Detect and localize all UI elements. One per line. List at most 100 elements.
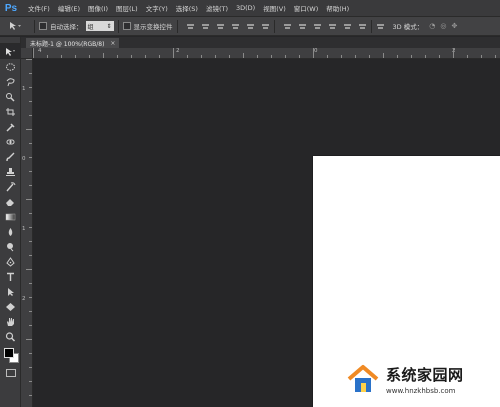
separator xyxy=(117,19,119,33)
document-tab-bar: 未标题-1 @ 100%(RGB/8) × xyxy=(21,37,500,48)
ruler-tick xyxy=(201,55,202,58)
healing-brush-tool-icon[interactable] xyxy=(0,134,21,149)
pan-3d-icon[interactable]: ✥ xyxy=(451,22,457,30)
path-select-tool-icon[interactable] xyxy=(0,284,21,299)
ruler-tick xyxy=(29,367,32,368)
show-transform-checkbox[interactable] xyxy=(122,22,131,30)
type-tool-icon[interactable] xyxy=(0,269,21,284)
menu-edit[interactable]: 编辑(E) xyxy=(58,3,80,13)
ruler-tick xyxy=(383,53,384,58)
ruler-label: 4 xyxy=(38,48,42,54)
blur-tool-icon[interactable] xyxy=(0,224,21,239)
ruler-tick xyxy=(26,199,32,200)
align-buttons xyxy=(186,22,270,31)
ruler-left[interactable]: 1 0 1 2 xyxy=(21,59,33,407)
distribute-left-icon[interactable] xyxy=(328,22,337,31)
align-bottom-icon[interactable] xyxy=(216,22,225,31)
pen-tool-icon[interactable] xyxy=(0,254,21,269)
quick-select-tool-icon[interactable] xyxy=(0,89,21,104)
zoom-tool-icon[interactable] xyxy=(0,329,21,344)
close-icon[interactable]: × xyxy=(110,40,115,47)
ruler-tick xyxy=(29,213,32,214)
menu-window[interactable]: 窗口(W) xyxy=(294,3,319,13)
ruler-tick xyxy=(243,53,244,58)
ruler-tick xyxy=(29,311,32,312)
foreground-color-swatch[interactable] xyxy=(4,348,14,358)
site-watermark: 系统家园网 www.hnzkhbsb.com xyxy=(340,355,498,403)
menu-layer[interactable]: 图层(L) xyxy=(116,3,138,13)
auto-select-dropdown[interactable]: 组 ⇕ xyxy=(85,21,114,31)
ruler-tick xyxy=(29,283,32,284)
document-tab[interactable]: 未标题-1 @ 100%(RGB/8) × xyxy=(26,38,120,48)
toolbox-grip[interactable] xyxy=(0,37,20,44)
menu-file[interactable]: 文件(F) xyxy=(28,3,50,13)
align-vcenter-icon[interactable] xyxy=(201,22,210,31)
gradient-tool-icon[interactable] xyxy=(0,209,21,224)
distribute-hcenter-icon[interactable] xyxy=(343,22,352,31)
ruler-label: 2 xyxy=(22,296,26,302)
ruler-tick xyxy=(131,55,132,58)
ruler-tick xyxy=(29,171,32,172)
hand-tool-icon[interactable] xyxy=(0,314,21,329)
eraser-tool-icon[interactable] xyxy=(0,194,21,209)
separator xyxy=(34,19,35,33)
toolbox xyxy=(0,37,21,407)
crop-tool-icon[interactable] xyxy=(0,104,21,119)
ruler-tick xyxy=(33,48,34,58)
move-tool-preset-icon[interactable] xyxy=(0,17,30,36)
ruler-corner[interactable] xyxy=(21,48,33,59)
ruler-tick xyxy=(145,55,146,58)
lasso-tool-icon[interactable] xyxy=(0,74,21,89)
distribute-vcenter-icon[interactable] xyxy=(298,22,307,31)
align-top-icon[interactable] xyxy=(186,22,195,31)
ruler-tick xyxy=(29,297,32,298)
dodge-tool-icon[interactable] xyxy=(0,239,21,254)
ruler-tick xyxy=(75,55,76,58)
distribute-bottom-icon[interactable] xyxy=(313,22,322,31)
options-bar: 自动选择： 组 ⇕ 显示变换控件 3D 模式： ◔ ◎ ✥ xyxy=(0,17,500,36)
distribute-right-icon[interactable] xyxy=(358,22,367,31)
menu-type[interactable]: 文字(Y) xyxy=(146,3,168,13)
menu-help[interactable]: 帮助(H) xyxy=(326,3,349,13)
shape-tool-icon[interactable] xyxy=(0,299,21,314)
ruler-tick xyxy=(327,55,328,58)
ruler-tick xyxy=(29,353,32,354)
ruler-tick xyxy=(29,157,32,158)
ruler-tick xyxy=(229,55,230,58)
ruler-tick xyxy=(313,48,314,58)
ruler-tick xyxy=(26,129,32,130)
ruler-tick xyxy=(215,55,216,58)
menu-image[interactable]: 图像(I) xyxy=(88,3,108,13)
mode-3d-icons: ◔ ◎ ✥ xyxy=(429,22,457,30)
auto-select-checkbox[interactable] xyxy=(39,22,47,30)
ruler-top[interactable]: 4 2 0 2 xyxy=(33,48,500,59)
distribute-buttons xyxy=(283,22,367,31)
history-brush-tool-icon[interactable] xyxy=(0,179,21,194)
menu-3d[interactable]: 3D(D) xyxy=(236,4,255,12)
marquee-tool-icon[interactable] xyxy=(0,59,21,74)
align-left-icon[interactable] xyxy=(231,22,240,31)
move-tool-icon[interactable] xyxy=(0,44,21,59)
ruler-tick xyxy=(29,185,32,186)
separator xyxy=(370,19,372,33)
ruler-tick xyxy=(29,115,32,116)
menu-view[interactable]: 视图(V) xyxy=(263,3,286,13)
clone-stamp-tool-icon[interactable] xyxy=(0,164,21,179)
mode-3d-label: 3D 模式： xyxy=(392,23,424,31)
roll-3d-icon[interactable]: ◎ xyxy=(440,22,446,30)
align-hcenter-icon[interactable] xyxy=(246,22,255,31)
auto-align-icon[interactable] xyxy=(376,22,385,31)
ruler-tick xyxy=(29,381,32,382)
ruler-tick xyxy=(425,55,426,58)
eyedropper-tool-icon[interactable] xyxy=(0,119,21,134)
ruler-tick xyxy=(159,55,160,58)
ruler-label: 0 xyxy=(314,48,318,54)
house-logo-icon xyxy=(347,365,379,392)
menu-filter[interactable]: 滤镜(T) xyxy=(206,3,228,13)
brush-tool-icon[interactable] xyxy=(0,149,21,164)
orbit-3d-icon[interactable]: ◔ xyxy=(429,22,435,30)
align-right-icon[interactable] xyxy=(261,22,270,31)
distribute-top-icon[interactable] xyxy=(283,22,292,31)
menu-select[interactable]: 选择(S) xyxy=(176,3,198,13)
quick-mask-icon[interactable] xyxy=(0,366,21,380)
